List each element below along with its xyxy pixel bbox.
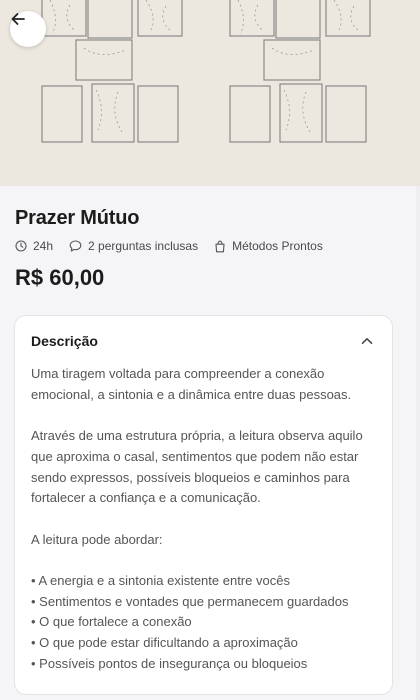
card-spread-illustration: [0, 0, 420, 186]
product-price: R$ 60,00: [15, 265, 105, 290]
arrow-left-icon: [11, 13, 25, 25]
methods-label: Métodos Prontos: [232, 239, 323, 253]
description-title: Descrição: [31, 333, 98, 349]
duration-label: 24h: [33, 239, 54, 253]
chat-bubble-icon: [69, 240, 82, 252]
list-item: • A energia e a sintonia existente entre…: [31, 572, 290, 588]
product-title: Prazer Mútuo: [15, 207, 140, 229]
description-paragraph: Uma tiragem voltada para compreender a c…: [31, 366, 352, 402]
description-card: Descrição Uma tiragem voltada para compr…: [14, 315, 393, 695]
hero-image: [0, 0, 420, 186]
list-item: • O que fortalece a conexão: [31, 614, 192, 630]
description-body: Uma tiragem voltada para compreender a c…: [31, 364, 376, 675]
clock-icon: [15, 240, 27, 252]
chevron-up-icon[interactable]: [360, 334, 374, 348]
questions-meta: 2 perguntas inclusas: [69, 239, 198, 253]
topics-list: • A energia e a sintonia existente entre…: [31, 571, 376, 675]
product-meta: 24h 2 perguntas inclusas Métodos Prontos: [15, 238, 339, 254]
scrollbar[interactable]: [416, 186, 420, 700]
description-paragraph: Através de uma estrutura própria, a leit…: [31, 428, 363, 506]
questions-label: 2 perguntas inclusas: [88, 239, 199, 253]
list-item: • Sentimentos e vontades que permanecem …: [31, 593, 349, 609]
list-item: • Possíveis pontos de insegurança ou blo…: [31, 655, 308, 671]
list-item: • O que pode estar dificultando a aproxi…: [31, 635, 298, 651]
duration-meta: 24h: [15, 239, 53, 253]
description-toggle[interactable]: Descrição: [15, 316, 392, 366]
back-button[interactable]: [10, 11, 46, 47]
shopping-bag-icon: [215, 240, 225, 252]
methods-meta: Métodos Prontos: [214, 239, 323, 253]
description-paragraph: A leitura pode abordar:: [31, 531, 163, 547]
